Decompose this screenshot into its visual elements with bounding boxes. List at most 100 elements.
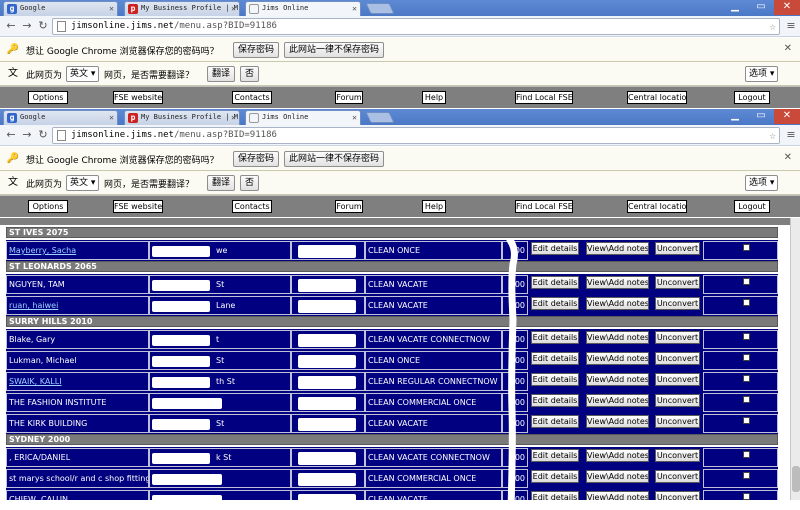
translate-button[interactable]: 翻译 [207,175,236,191]
menu-central-location-button[interactable]: Central location [627,91,687,104]
row-select-checkbox[interactable] [743,472,750,479]
view-add-notes-button[interactable]: View\Add notes [586,352,649,365]
edit-details-button[interactable]: Edit details [531,331,579,344]
menu-options-button[interactable]: Options [28,200,68,213]
unconvert-button[interactable]: Unconvert [655,415,700,428]
translate-options-button[interactable]: 选项 ▾ [745,66,779,82]
menu-logout-button[interactable]: Logout [734,91,770,104]
view-add-notes-button[interactable]: View\Add notes [586,373,649,386]
close-window-icon[interactable]: ✕ [774,109,800,124]
view-add-notes-button[interactable]: View\Add notes [586,331,649,344]
tab-google[interactable]: g Google ✕ [3,110,118,125]
unconvert-button[interactable]: Unconvert [655,352,700,365]
close-window-icon[interactable]: ✕ [774,0,800,15]
unconvert-button[interactable]: Unconvert [655,276,700,289]
menu-find-local-fse-button[interactable]: Find Local FSE [515,200,573,213]
language-select[interactable]: 英文 ▾ [66,66,100,82]
menu-find-local-fse-button[interactable]: Find Local FSE [515,91,573,104]
menu-central-location-button[interactable]: Central location [627,200,687,213]
edit-details-button[interactable]: Edit details [531,491,579,500]
edit-details-button[interactable]: Edit details [531,242,579,255]
unconvert-button[interactable]: Unconvert [655,297,700,310]
no-translate-button[interactable]: 否 [240,66,260,82]
close-infobar-icon[interactable]: ✕ [784,152,792,163]
edit-details-button[interactable]: Edit details [531,470,579,483]
new-tab-button[interactable] [365,3,395,14]
edit-details-button[interactable]: Edit details [531,276,579,289]
reload-icon[interactable]: ↻ [36,19,50,33]
back-arrow-icon[interactable]: ← [4,128,18,142]
vertical-scrollbar[interactable] [790,218,800,500]
forward-arrow-icon[interactable]: → [20,19,34,33]
view-add-notes-button[interactable]: View\Add notes [586,242,649,255]
row-select-checkbox[interactable] [743,244,750,251]
row-select-checkbox[interactable] [743,278,750,285]
never-save-password-button[interactable]: 此网站一律不保存密码 [284,42,385,58]
row-select-checkbox[interactable] [743,417,750,424]
unconvert-button[interactable]: Unconvert [655,449,700,462]
row-select-checkbox[interactable] [743,299,750,306]
minimize-icon[interactable]: ▁ [722,109,748,124]
view-add-notes-button[interactable]: View\Add notes [586,394,649,407]
unconvert-button[interactable]: Unconvert [655,491,700,500]
unconvert-button[interactable]: Unconvert [655,242,700,255]
menu-contacts-button[interactable]: Contacts [232,200,272,213]
row-select-checkbox[interactable] [743,354,750,361]
row-select-checkbox[interactable] [743,333,750,340]
address-bar[interactable]: jimsonline.jims.net/menu.asp?BID=91186 ☆ [52,127,780,144]
edit-details-button[interactable]: Edit details [531,394,579,407]
edit-details-button[interactable]: Edit details [531,415,579,428]
tab-business-profile[interactable]: p My Business Profile | M ✕ [124,1,240,16]
close-tab-icon[interactable]: ✕ [352,111,357,124]
no-translate-button[interactable]: 否 [240,175,260,191]
tab-jims-online[interactable]: Jims Online ✕ [245,1,361,16]
menu-help-button[interactable]: Help [422,200,446,213]
unconvert-button[interactable]: Unconvert [655,394,700,407]
view-add-notes-button[interactable]: View\Add notes [586,297,649,310]
menu-fse-website-button[interactable]: FSE website [113,200,163,213]
menu-options-button[interactable]: Options [28,91,68,104]
edit-details-button[interactable]: Edit details [531,297,579,310]
wrench-menu-icon[interactable]: ≡ [784,19,798,33]
reload-icon[interactable]: ↻ [36,128,50,142]
translate-button[interactable]: 翻译 [207,66,236,82]
tab-jims-online[interactable]: Jims Online ✕ [245,110,361,125]
maximize-icon[interactable]: ▭ [748,109,774,124]
menu-forum-button[interactable]: Forum [335,91,363,104]
edit-details-button[interactable]: Edit details [531,449,579,462]
view-add-notes-button[interactable]: View\Add notes [586,276,649,289]
menu-help-button[interactable]: Help [422,91,446,104]
row-select-checkbox[interactable] [743,493,750,500]
close-tab-icon[interactable]: ✕ [231,111,236,124]
edit-details-button[interactable]: Edit details [531,352,579,365]
menu-fse-website-button[interactable]: FSE website [113,91,163,104]
tab-business-profile[interactable]: p My Business Profile | M ✕ [124,110,240,125]
translate-options-button[interactable]: 选项 ▾ [745,175,779,191]
back-arrow-icon[interactable]: ← [4,19,18,33]
scrollbar-thumb[interactable] [792,466,800,492]
unconvert-button[interactable]: Unconvert [655,373,700,386]
client-name-link[interactable]: Mayberry, Sacha [6,241,149,260]
close-tab-icon[interactable]: ✕ [109,2,114,15]
edit-details-button[interactable]: Edit details [531,373,579,386]
unconvert-button[interactable]: Unconvert [655,331,700,344]
client-name-link[interactable]: ruan, haiwei [6,296,149,315]
forward-arrow-icon[interactable]: → [20,128,34,142]
view-add-notes-button[interactable]: View\Add notes [586,449,649,462]
menu-contacts-button[interactable]: Contacts [232,91,272,104]
save-password-button[interactable]: 保存密码 [233,42,280,58]
close-tab-icon[interactable]: ✕ [231,2,236,15]
bookmark-star-icon[interactable]: ☆ [769,128,776,143]
never-save-password-button[interactable]: 此网站一律不保存密码 [284,151,385,167]
bookmark-star-icon[interactable]: ☆ [769,19,776,34]
row-select-checkbox[interactable] [743,396,750,403]
new-tab-button[interactable] [365,112,395,123]
view-add-notes-button[interactable]: View\Add notes [586,415,649,428]
tab-google[interactable]: g Google ✕ [3,1,118,16]
save-password-button[interactable]: 保存密码 [233,151,280,167]
unconvert-button[interactable]: Unconvert [655,470,700,483]
address-bar[interactable]: jimsonline.jims.net/menu.asp?BID=91186 ☆ [52,18,780,35]
menu-logout-button[interactable]: Logout [734,200,770,213]
minimize-icon[interactable]: ▁ [722,0,748,15]
row-select-checkbox[interactable] [743,451,750,458]
